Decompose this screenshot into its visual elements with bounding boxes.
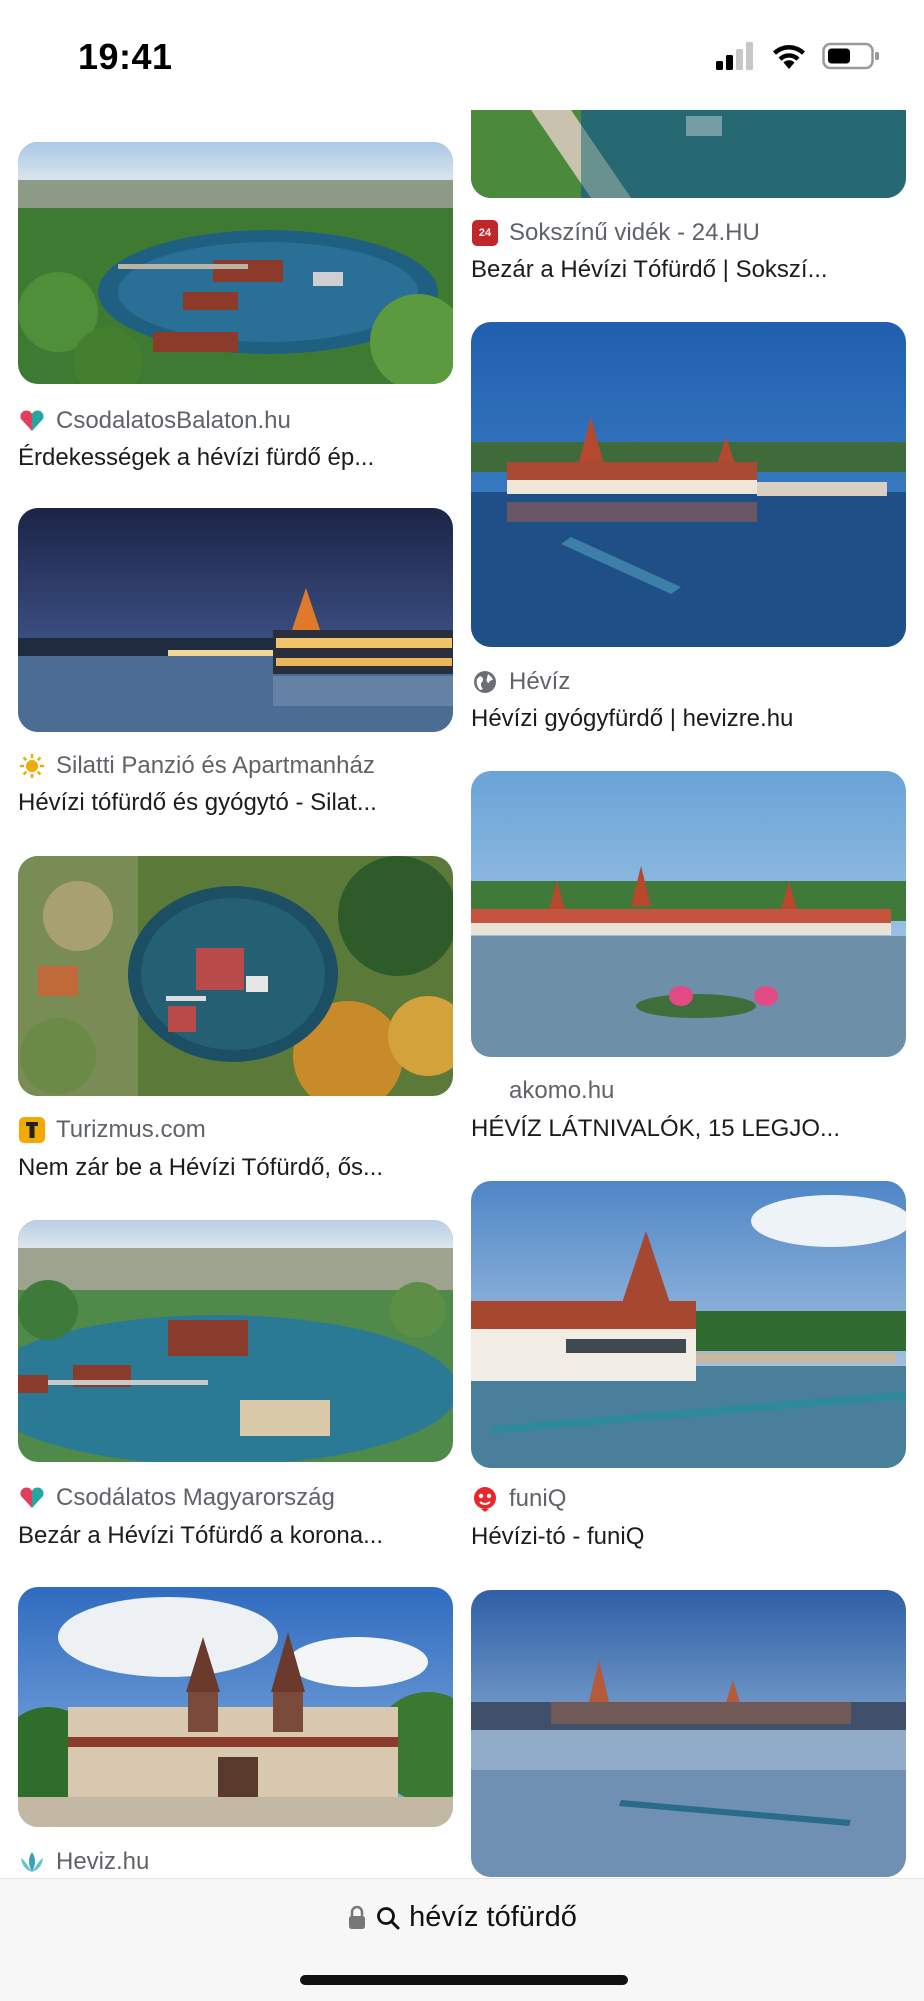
home-indicator[interactable] [300, 1975, 628, 1985]
address-bar[interactable]: hévíz tófürdő [0, 1878, 924, 2001]
result-source-name: Turizmus.com [56, 1116, 206, 1143]
result-thumbnail[interactable] [471, 1590, 906, 1877]
red-face-icon [471, 1485, 499, 1513]
status-time: 19:41 [78, 36, 173, 77]
result-title[interactable]: Nem zár be a Hévízi Tófürdő, ős... [18, 1154, 453, 1182]
result-source: CsodalatosBalaton.hu [18, 405, 291, 437]
search-icon [377, 1906, 400, 1929]
result-thumbnail[interactable] [471, 771, 906, 1057]
result-thumbnail[interactable] [18, 142, 453, 384]
result-source-name: Hévíz [509, 668, 571, 695]
heart-icon [18, 1484, 46, 1512]
result-title[interactable]: Hévízi-tó - funiQ [471, 1523, 906, 1551]
result-source-name: Heviz.hu [56, 1848, 150, 1875]
result-title[interactable]: Érdekességek a hévízi fürdő ép... [18, 444, 453, 472]
result-thumbnail[interactable] [18, 1587, 453, 1827]
result-source: Turizmus.com [18, 1114, 206, 1146]
result-source: Heviz.hu [18, 1846, 149, 1878]
status-bar: 19:41 [0, 0, 924, 110]
result-source: 24 Sokszínű vidék - 24.HU [471, 217, 760, 249]
result-title[interactable]: Hévízi tófürdő és gyógytó - Silat... [18, 789, 453, 817]
address-bar-url[interactable]: hévíz tófürdő [0, 1901, 924, 1934]
result-source: Hévíz [471, 666, 570, 698]
cellular-signal-icon [716, 42, 753, 70]
result-title[interactable]: Hévízi gyógyfürdő | hevizre.hu [471, 705, 906, 733]
globe-icon [471, 668, 499, 696]
wifi-icon [773, 45, 805, 69]
result-source-name: akomo.hu [509, 1077, 615, 1104]
result-source-name: Csodálatos Magyarország [56, 1484, 335, 1511]
sun-icon [18, 752, 46, 780]
lotus-icon [18, 1848, 46, 1876]
result-source: Csodálatos Magyarország [18, 1482, 335, 1514]
result-source-name: CsodalatosBalaton.hu [56, 407, 291, 434]
search-query[interactable]: hévíz tófürdő [409, 1901, 577, 1934]
result-thumbnail[interactable] [471, 110, 906, 198]
result-thumbnail[interactable] [18, 508, 453, 732]
t-logo-icon [18, 1116, 46, 1144]
result-thumbnail[interactable] [18, 1220, 453, 1462]
result-thumbnail[interactable] [18, 856, 453, 1096]
result-thumbnail[interactable] [471, 1181, 906, 1468]
result-source-name: Silatti Panzió és Apartmanház [56, 752, 375, 779]
result-source-name: funiQ [509, 1485, 567, 1512]
result-title[interactable]: Bezár a Hévízi Tófürdő | Sokszí... [471, 256, 906, 284]
result-title[interactable]: Bezár a Hévízi Tófürdő a korona... [18, 1522, 453, 1550]
result-title[interactable]: HÉVÍZ LÁTNIVALÓK, 15 LEGJO... [471, 1115, 906, 1143]
result-source: Silatti Panzió és Apartmanház [18, 750, 375, 782]
result-source: funiQ [471, 1483, 566, 1515]
svg-text:24: 24 [479, 227, 492, 239]
lock-icon [349, 1905, 366, 1929]
result-thumbnail[interactable] [471, 322, 906, 647]
battery-icon [822, 42, 879, 70]
result-source-name: Sokszínű vidék - 24.HU [509, 219, 760, 246]
24hu-logo-icon: 24 [471, 219, 499, 247]
status-icons [716, 42, 880, 70]
blank-favicon [471, 1077, 499, 1105]
result-source: akomo.hu [471, 1075, 614, 1107]
heart-icon [18, 407, 46, 435]
